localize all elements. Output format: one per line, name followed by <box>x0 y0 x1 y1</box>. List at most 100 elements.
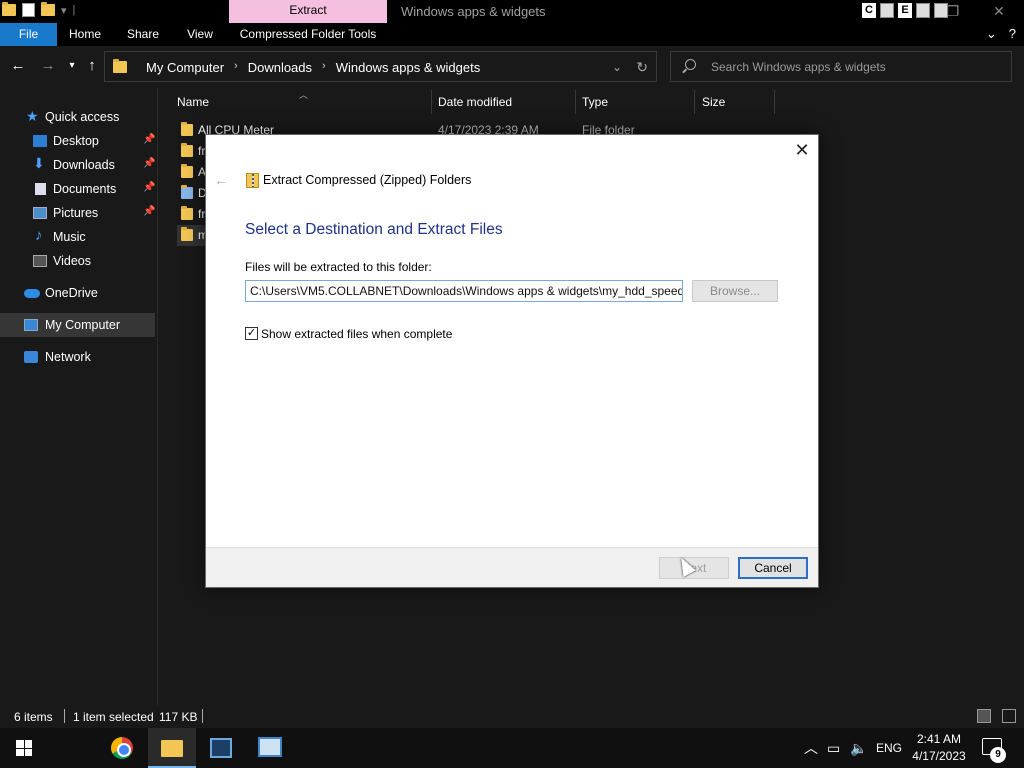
sidebar-item-quick-access[interactable]: ★ Quick access <box>0 105 155 129</box>
sidebar-item-documents[interactable]: Documents 📌 <box>0 177 155 201</box>
remote-desktop-icon <box>258 737 282 757</box>
back-arrow-icon[interactable]: ← <box>8 56 28 76</box>
destination-path-input[interactable]: C:\Users\VM5.COLLABNET\Downloads\Windows… <box>245 280 683 302</box>
start-button[interactable] <box>0 728 48 768</box>
details-view-icon[interactable] <box>977 709 991 723</box>
file-row[interactable]: fr <box>177 204 207 225</box>
tab-share[interactable]: Share <box>118 23 168 46</box>
sidebar-item-pictures[interactable]: Pictures 📌 <box>0 201 155 225</box>
customize-toolbar-icon[interactable]: ▾ <box>61 4 67 17</box>
up-arrow-icon[interactable]: ↑ <box>82 56 102 76</box>
pin-icon[interactable]: 📌 <box>143 182 155 193</box>
language-indicator[interactable]: ENG <box>876 728 902 768</box>
sidebar-item-label: Music <box>53 230 86 244</box>
show-extracted-files-label[interactable]: Show extracted files when complete <box>261 327 452 341</box>
network-tray-icon[interactable]: ▭ <box>827 728 840 768</box>
breadcrumb-downloads[interactable]: Downloads <box>248 60 312 75</box>
folder-icon <box>113 59 127 73</box>
tray-image-icon[interactable] <box>916 3 930 18</box>
zip-folder-icon <box>246 173 259 188</box>
sidebar-item-onedrive[interactable]: OneDrive <box>0 281 155 305</box>
quick-access-toolbar: ▾ | <box>2 2 76 17</box>
music-icon: ♪ <box>35 227 43 244</box>
tray-letter-c[interactable]: C <box>862 3 876 18</box>
taskbar-file-explorer[interactable] <box>148 728 196 768</box>
sidebar-item-music[interactable]: ♪ Music <box>0 225 155 249</box>
column-header-size[interactable]: Size <box>702 95 725 109</box>
window-title: Windows apps & widgets <box>401 4 546 19</box>
chevron-right-icon[interactable]: › <box>234 60 238 75</box>
zip-folder-icon <box>181 164 193 178</box>
forward-arrow-icon[interactable]: → <box>38 56 58 76</box>
chevron-right-icon[interactable]: › <box>322 60 326 75</box>
taskbar-media-app[interactable] <box>197 728 245 768</box>
show-hidden-icons-icon[interactable]: ︿ <box>804 728 818 768</box>
destination-label: Files will be extracted to this folder: <box>245 260 432 274</box>
sidebar-item-downloads[interactable]: ⬇ Downloads 📌 <box>0 153 155 177</box>
column-header-type[interactable]: Type <box>582 95 608 109</box>
browse-button[interactable]: Browse... <box>692 280 778 302</box>
sidebar-item-label: Pictures <box>53 206 99 220</box>
recent-locations-icon[interactable]: ▾ <box>62 56 82 76</box>
file-row[interactable]: D <box>177 183 207 204</box>
column-divider[interactable] <box>694 90 695 114</box>
close-window-icon[interactable]: ✕ <box>976 0 1022 23</box>
tray-image-icon[interactable] <box>880 3 894 18</box>
file-row[interactable]: fr <box>177 141 207 162</box>
pin-icon[interactable]: 📌 <box>143 158 155 169</box>
file-row[interactable]: A <box>177 162 207 183</box>
tab-compressed-folder-tools[interactable]: Compressed Folder Tools <box>232 23 384 46</box>
column-header-date-modified[interactable]: Date modified <box>438 95 512 109</box>
breadcrumb-my-computer[interactable]: My Computer <box>146 60 224 75</box>
dialog-footer: Next Cancel <box>206 547 818 587</box>
clock[interactable]: 2:41 AM 4/17/2023 <box>904 731 974 765</box>
expand-ribbon-icon[interactable]: ⌄ <box>986 26 997 42</box>
pin-icon[interactable]: 📌 <box>143 134 155 145</box>
folder-icon[interactable] <box>2 2 16 16</box>
taskbar-remote-desktop[interactable] <box>246 728 294 768</box>
new-folder-icon[interactable] <box>41 2 55 16</box>
taskbar-chrome[interactable] <box>99 728 147 768</box>
sidebar-item-videos[interactable]: Videos <box>0 249 155 273</box>
tab-home[interactable]: Home <box>60 23 110 46</box>
computer-icon <box>24 319 38 331</box>
folder-icon <box>181 143 193 157</box>
file-explorer-icon <box>161 740 183 757</box>
dialog-title: Extract Compressed (Zipped) Folders <box>263 173 472 187</box>
refresh-icon[interactable]: ↻ <box>636 59 648 76</box>
column-divider[interactable] <box>774 90 775 114</box>
sidebar-item-label: Downloads <box>53 158 115 172</box>
show-extracted-files-checkbox[interactable]: ✓ <box>245 327 258 340</box>
properties-icon[interactable] <box>22 3 35 17</box>
toolbar-divider: | <box>72 4 76 16</box>
tab-view[interactable]: View <box>176 23 224 46</box>
sidebar-item-my-computer[interactable]: My Computer <box>0 313 155 337</box>
selection-count: 1 item selected <box>73 710 154 724</box>
video-icon <box>33 255 47 267</box>
file-row-selected[interactable]: m <box>177 225 208 246</box>
context-tab-extract[interactable]: Extract <box>229 0 387 23</box>
search-box[interactable]: Search Windows apps & widgets <box>670 51 1012 82</box>
column-header-name[interactable]: Name <box>177 95 209 109</box>
address-history-icon[interactable]: ⌄ <box>612 60 622 74</box>
taskbar: ︿ ▭ 🔈 ENG 2:41 AM 4/17/2023 9 <box>0 728 1024 768</box>
cancel-button[interactable]: Cancel <box>738 557 808 579</box>
restore-icon[interactable]: ❐ <box>930 0 976 23</box>
close-icon[interactable]: ✕ <box>792 141 812 161</box>
breadcrumb-windows-apps[interactable]: Windows apps & widgets <box>336 60 481 75</box>
column-divider[interactable] <box>431 90 432 114</box>
large-icons-view-icon[interactable] <box>1002 709 1016 723</box>
column-divider[interactable] <box>575 90 576 114</box>
taskbar-search-button[interactable] <box>48 728 125 768</box>
help-icon[interactable]: ? <box>1009 26 1016 42</box>
address-bar[interactable]: My Computer › Downloads › Windows apps &… <box>104 51 657 82</box>
tab-file[interactable]: File <box>0 23 57 46</box>
tray-letter-e[interactable]: E <box>898 3 912 18</box>
pin-icon[interactable]: 📌 <box>143 206 155 217</box>
network-icon <box>24 351 38 363</box>
back-arrow-icon[interactable]: ← <box>214 172 228 188</box>
sidebar-item-network[interactable]: Network <box>0 345 155 369</box>
document-icon <box>35 183 46 195</box>
sidebar-item-desktop[interactable]: Desktop 📌 <box>0 129 155 153</box>
volume-icon[interactable]: 🔈 <box>850 728 867 768</box>
